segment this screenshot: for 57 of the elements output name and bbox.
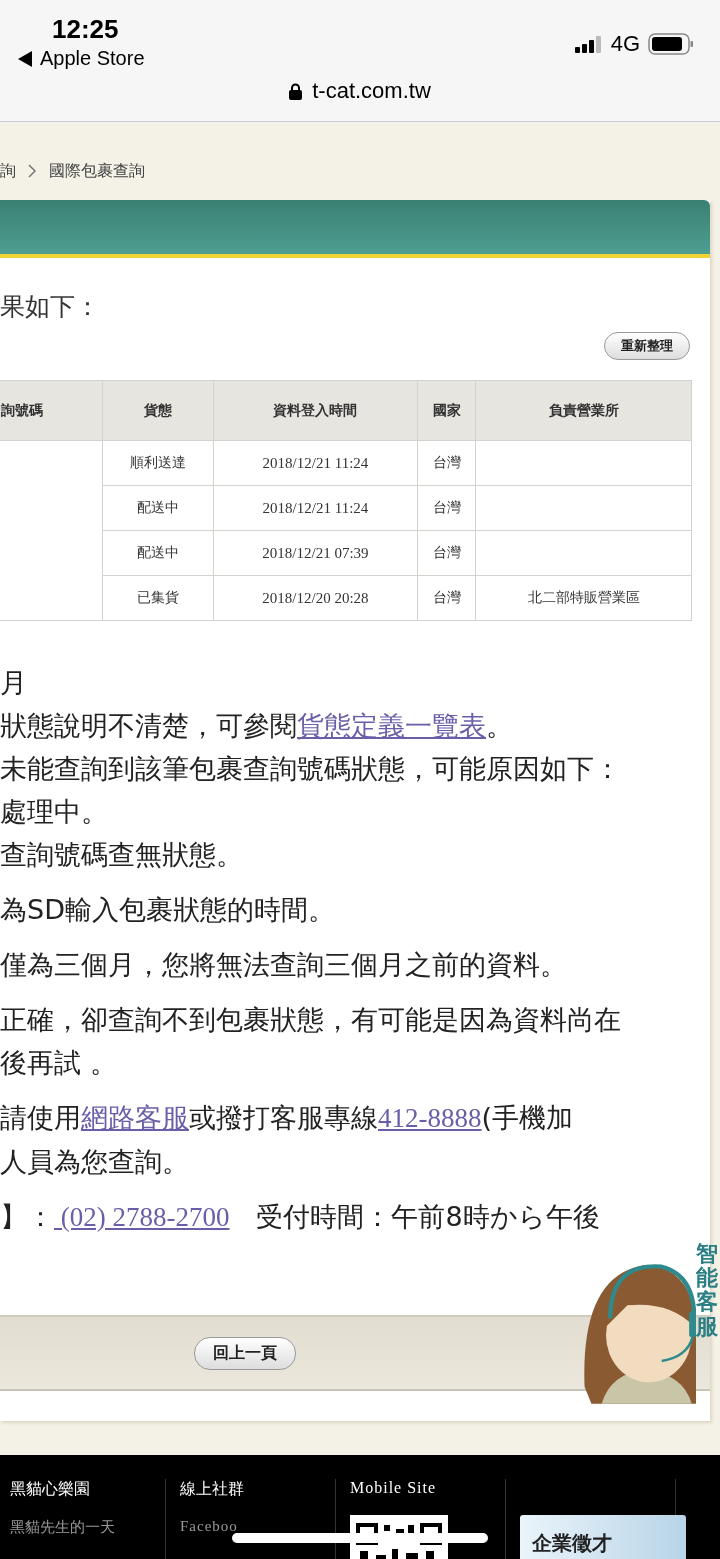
back-arrow-icon	[18, 50, 32, 67]
back-to-app-link[interactable]: Apple Store	[18, 47, 145, 70]
note-text: 狀態說明不清楚，可參閱貨態定義一覽表。	[0, 709, 514, 743]
chevron-icon	[28, 164, 37, 178]
banner-title: 企業徵才	[532, 1529, 612, 1557]
table-cell: 台灣	[417, 440, 476, 486]
footer-link[interactable]: Faceboo	[180, 1518, 335, 1535]
column-header: 國家	[417, 380, 476, 441]
column-header: 貨態	[102, 380, 214, 441]
breadcrumb-link[interactable]: 詢	[0, 160, 16, 182]
table-cell: 台灣	[417, 530, 476, 576]
note-text: 未能查詢到該筆包裹查詢號碼狀態，可能原因如下：	[0, 752, 622, 786]
chat-assistant-button[interactable]: 智能客服	[576, 1240, 720, 1416]
table-cell: 2018/12/21 07:39	[213, 530, 418, 576]
network-type: 4G	[610, 31, 640, 57]
table-cell: 2018/12/21 11:24	[213, 485, 418, 531]
signal-icon	[574, 35, 603, 53]
note-text: 處理中。	[0, 795, 109, 829]
link[interactable]: (02) 2788-2700	[54, 1202, 230, 1232]
note-text: 請使用網路客服或撥打客服專線412-8888(手機加	[0, 1101, 575, 1135]
lock-icon	[289, 82, 303, 100]
status-time: 12:25	[52, 14, 120, 45]
link[interactable]: 貨態定義一覽表	[297, 710, 486, 741]
result-heading: 果如下：	[0, 291, 101, 323]
footer-link[interactable]: 黑貓先生的一天	[10, 1518, 165, 1537]
footer-heading: 線上社群	[180, 1479, 245, 1500]
table-cell: 2018/12/20 20:28	[213, 575, 418, 621]
table-cell: 2018/12/21 11:24	[213, 440, 418, 486]
recruit-banner[interactable]: 企業徵才	[520, 1515, 686, 1559]
back-button[interactable]: 回上一頁	[194, 1336, 296, 1370]
note-text: 月	[0, 666, 28, 700]
table-cell: 台灣	[417, 485, 476, 531]
note-text: 查詢號碼查無狀態。	[0, 838, 244, 872]
table-cell: 已集貨	[102, 575, 214, 621]
table-cell: 順利送達	[102, 440, 214, 486]
battery-icon	[648, 33, 694, 55]
table-cell: 配送中	[102, 485, 214, 531]
chat-label: 智能客服	[696, 1242, 718, 1339]
table-cell: 北二部特販營業區	[475, 575, 692, 621]
table-cell: 台灣	[417, 575, 476, 621]
breadcrumb-link[interactable]: 國際包裹查詢	[49, 160, 145, 182]
footer-heading: Mobile Site	[350, 1479, 438, 1497]
refresh-button[interactable]: 重新整理	[604, 332, 690, 360]
table-cell: 配送中	[102, 530, 214, 576]
link[interactable]: 412-8888	[378, 1103, 482, 1133]
address-bar[interactable]: t-cat.com.tw	[210, 68, 510, 104]
footer-heading: 黑貓心樂園	[10, 1479, 91, 1500]
note-text: 後再試 。	[0, 1046, 118, 1080]
column-header: 負責營業所	[475, 380, 692, 441]
note-text: 】： (02) 2788-2700 受付時間：午前8時から午後	[0, 1200, 601, 1234]
note-text: 正確，卻查詢不到包裹狀態，有可能是因為資料尚在	[0, 1003, 622, 1037]
note-text: 人員為您查詢。	[0, 1145, 190, 1179]
note-text: 僅為三個月，您將無法查詢三個月之前的資料。	[0, 948, 568, 982]
column-header: 資料登入時間	[213, 380, 418, 441]
column-header: 詢號碼	[0, 380, 103, 441]
note-text: 為SD輸入包裹狀態的時間。	[0, 893, 336, 927]
link[interactable]: 網路客服	[81, 1102, 189, 1133]
